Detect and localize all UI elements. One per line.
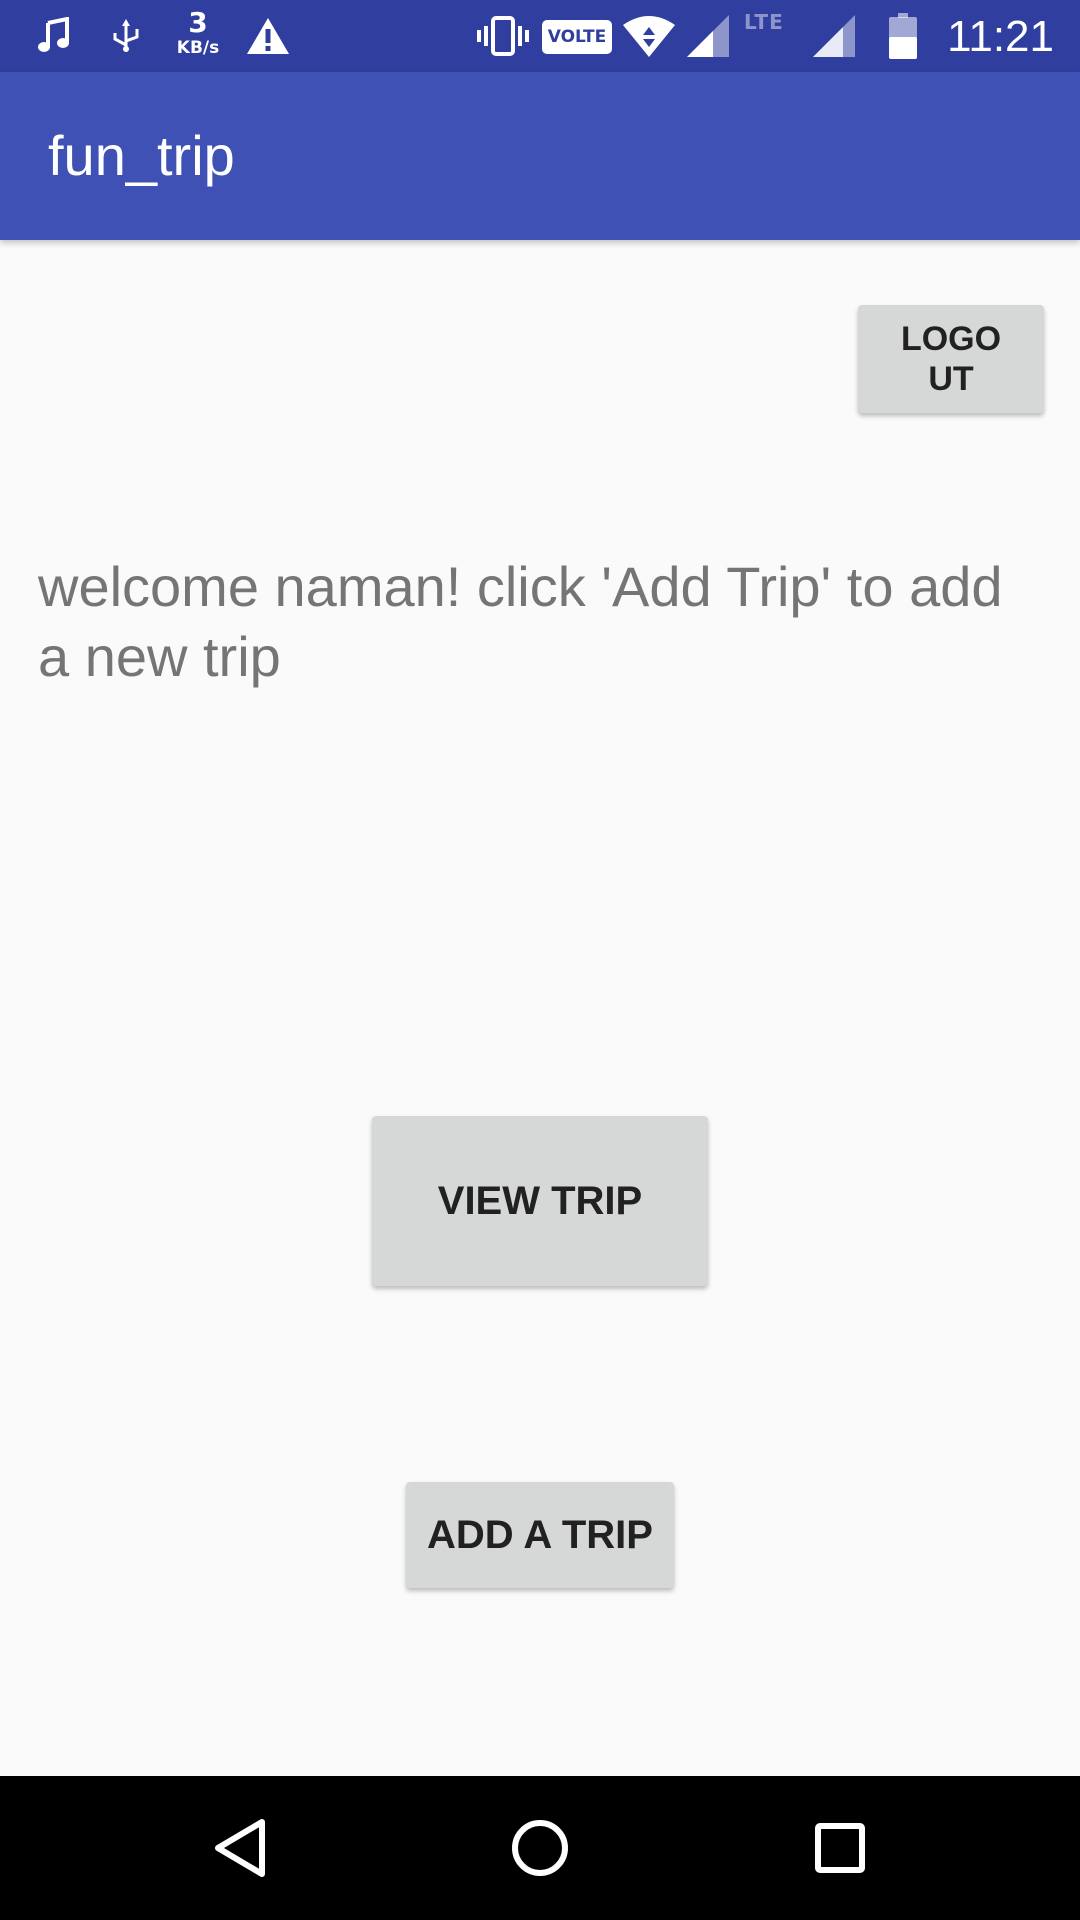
cell-signal-icon (686, 0, 730, 72)
music-note-icon (34, 0, 74, 72)
net-speed-unit: KB/s (176, 38, 220, 58)
status-clock: 11:21 (947, 12, 1054, 61)
app-bar: fun_trip (0, 72, 1080, 240)
volte-badge: VOLTE (542, 20, 612, 54)
view-trip-button[interactable]: VIEW TRIP (372, 1116, 708, 1286)
add-trip-button[interactable]: ADD A TRIP (406, 1482, 674, 1588)
welcome-message: welcome naman! click 'Add Trip' to add a… (38, 555, 1003, 688)
warning-icon (244, 0, 292, 72)
home-icon[interactable] (460, 1776, 620, 1920)
wifi-icon (620, 0, 678, 72)
logout-button-label: LOGOUT (900, 320, 1002, 398)
lte-label: LTE (744, 10, 784, 34)
screen: 3 KB/s VOLTE LTE 11:21 fun_trip LOGOUT w… (0, 0, 1080, 1920)
status-bar: 3 KB/s VOLTE LTE 11:21 (0, 0, 1080, 72)
app-title: fun_trip (48, 124, 235, 187)
navigation-bar (0, 1776, 1080, 1920)
recents-icon[interactable] (760, 1776, 920, 1920)
net-speed-value: 3 (188, 6, 208, 39)
net-speed-indicator: 3 KB/s (172, 8, 224, 64)
usb-debug-icon (108, 0, 144, 72)
cell-signal-2-icon (812, 0, 856, 72)
battery-icon (888, 0, 918, 72)
back-icon[interactable] (160, 1776, 320, 1920)
logout-button[interactable]: LOGOUT (858, 305, 1044, 413)
vibrate-icon (474, 0, 532, 72)
